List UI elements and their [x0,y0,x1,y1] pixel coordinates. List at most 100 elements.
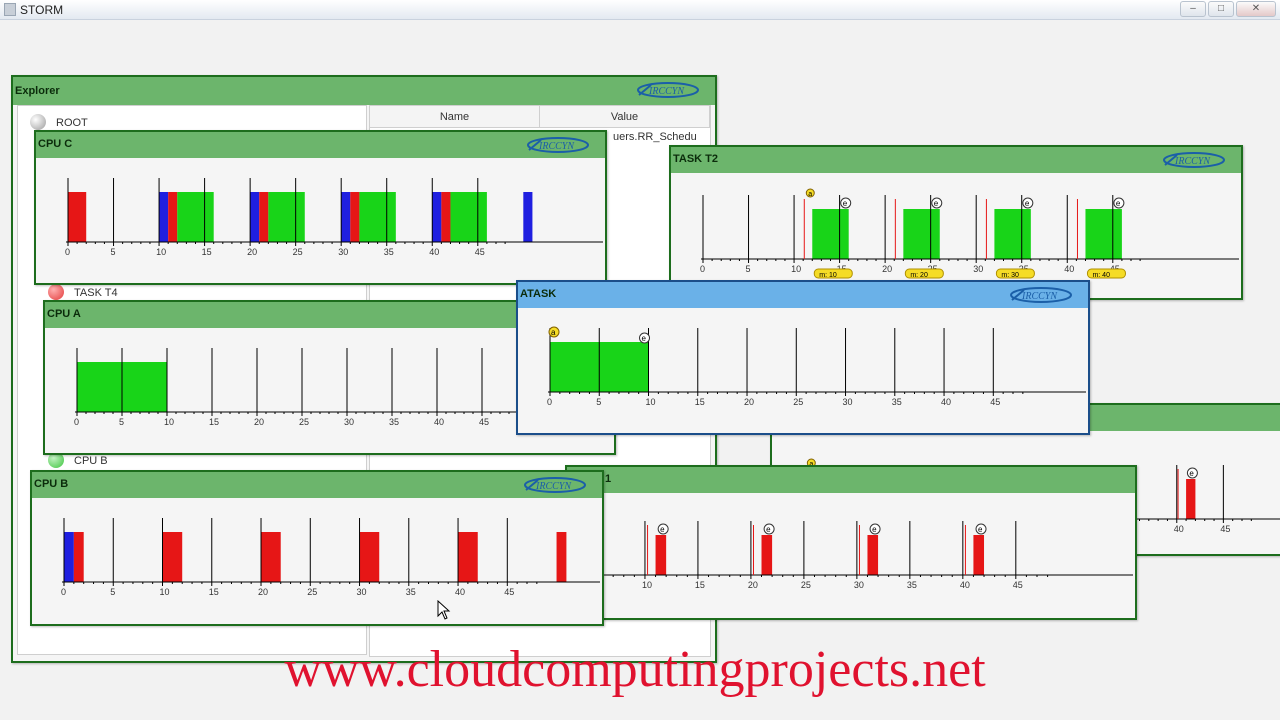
cpu-b-window[interactable]: CPU B IRCCYN 0 5 10 15 20 25 30 35 40 45 [30,470,604,626]
tree-item-root[interactable]: ROOT [56,117,88,129]
deadline-badge-label: m: 30 [1001,272,1019,279]
tick-label: 5 [119,417,124,427]
explorer-title: Explorer [15,85,60,97]
svg-text:IRCCYN: IRCCYN [1021,291,1058,302]
event-label: e [766,525,771,534]
minimize-button[interactable]: – [1180,1,1206,17]
tick-label: 30 [843,397,853,407]
event-label: e [660,525,665,534]
tree-item-task-t4[interactable]: TASK T4 [74,287,118,299]
tick-label: 40 [455,587,465,597]
tick-label: 5 [746,264,751,274]
chart-bar [1186,479,1196,519]
tick-label: 0 [74,417,79,427]
chart-bar [867,535,879,575]
property-value-cell: uers.RR_Schedu [613,131,697,143]
tick-label: 10 [642,580,652,590]
chart-bar [177,192,214,242]
svg-text:IRCCYN: IRCCYN [538,141,575,152]
tick-label: 45 [479,417,489,427]
cpu-c-chart: 0 5 10 15 20 25 30 35 40 45 [65,178,603,257]
chart-bar [655,535,667,575]
tick-label: 5 [110,587,115,597]
atask-title: ATASK [520,288,557,300]
tick-label: 20 [258,587,268,597]
column-name[interactable]: Name [370,106,540,127]
cpu-b-header[interactable]: CPU B IRCCYN [32,472,602,498]
cpu-c-window[interactable]: CPU C IRCCYN 0 5 10 15 20 25 30 35 40 45 [34,130,607,285]
event-label: e [978,525,983,534]
tick-label: 30 [854,580,864,590]
tick-label: 45 [1220,524,1230,534]
tick-label: 40 [434,417,444,427]
tick-label: 30 [973,264,983,274]
tick-label: 15 [695,397,705,407]
chart-bar [441,192,451,242]
tick-label: 25 [307,587,317,597]
tick-label: 45 [990,397,1000,407]
release-label: a [808,191,812,198]
tick-label: 40 [429,247,439,257]
tick-label: 30 [344,417,354,427]
svg-text:IRCCYN: IRCCYN [648,86,685,97]
task-t1-window[interactable]: 1 51015202530354045eeeeea [565,465,1137,620]
explorer-header[interactable]: Explorer IRCCYN [13,77,715,105]
cpu-b-chart: 0 5 10 15 20 25 30 35 40 45 [61,518,600,597]
tick-label: 15 [209,417,219,427]
chart-bar [523,192,533,242]
tick-label: 30 [357,587,367,597]
close-button[interactable]: ✕ [1236,1,1276,17]
tick-label: 5 [111,247,116,257]
task-t1-title: 1 [605,473,612,485]
logo-icon: IRCCYN [1163,152,1225,168]
chart-bar [359,532,380,582]
root-node-icon [30,114,46,130]
tick-label: 10 [791,264,801,274]
atask-header[interactable]: ATASK IRCCYN [518,282,1088,308]
chart-bar [73,532,84,582]
tick-label: 20 [882,264,892,274]
event-label: e [934,199,939,208]
task-node-icon [48,284,64,300]
tick-label: 15 [202,247,212,257]
chart-bar [812,209,849,259]
tick-label: 25 [801,580,811,590]
tick-label: 40 [941,397,951,407]
cpu-c-header[interactable]: CPU C IRCCYN [36,132,605,158]
watermark-text: www.cloudcomputingprojects.net [284,641,986,698]
window-title: STORM [20,3,64,17]
tick-label: 45 [504,587,514,597]
maximize-button[interactable]: □ [1208,1,1234,17]
tick-label: 35 [384,247,394,257]
logo-icon: IRCCYN [524,477,586,493]
event-label: e [1025,199,1030,208]
column-value[interactable]: Value [540,106,710,127]
chart-bar [761,535,773,575]
tick-label: 35 [892,397,902,407]
tree-item-cpu-b[interactable]: CPU B [74,455,108,467]
task-t2-header[interactable]: TASK T2 IRCCYN [671,147,1241,173]
tick-label: 10 [646,397,656,407]
tick-label: 0 [547,397,552,407]
atask-window[interactable]: ATASK IRCCYN 0 5 10 15 20 25 30 35 40 45 a e [516,280,1090,435]
chart-bar [68,192,87,242]
tick-label: 20 [744,397,754,407]
mouse-cursor-icon [437,600,451,620]
chart-bar [341,192,351,242]
tick-label: 25 [293,247,303,257]
tick-label: 40 [1174,524,1184,534]
chart-bar [903,209,940,259]
event-label: e [642,334,647,343]
tick-label: 40 [960,580,970,590]
tick-label: 45 [1013,580,1023,590]
tick-label: 25 [793,397,803,407]
chart-bar [359,192,396,242]
task-t2-window[interactable]: TASK T2 IRCCYN 051015202530354045eeeem: … [669,145,1243,300]
tick-label: 35 [406,587,416,597]
tick-label: 20 [254,417,264,427]
chart-bar [64,532,74,582]
chart-bar [261,532,281,582]
chart-bar [162,532,183,582]
task-t1-header[interactable]: 1 [567,467,1135,493]
atask-chart: 0 5 10 15 20 25 30 35 40 45 a e [547,326,1086,407]
